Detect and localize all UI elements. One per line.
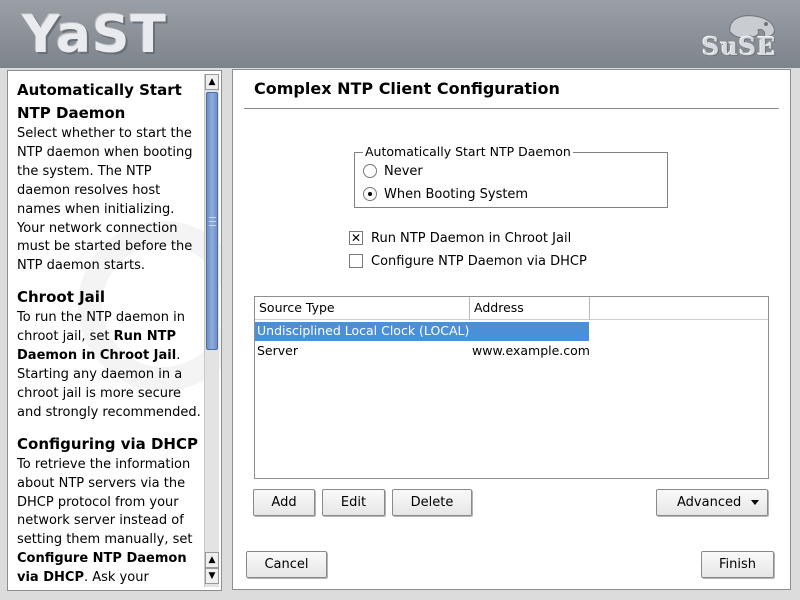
checkbox-dhcp-label: Configure NTP Daemon via DHCP — [371, 253, 587, 269]
help-panel: Automatically Start NTP Daemon Select wh… — [7, 70, 222, 591]
radio-never-label: Never — [384, 163, 423, 179]
help-text: Automatically Start NTP Daemon Select wh… — [17, 79, 201, 590]
scroll-down-arrow-icon[interactable]: ▼ — [205, 568, 219, 584]
radio-when-booting-label: When Booting System — [384, 186, 529, 202]
advanced-button-label: Advanced — [677, 495, 742, 510]
scroll-up-arrow-icon[interactable]: ▲ — [205, 74, 219, 90]
checkbox-chroot-jail-box[interactable]: ✕ — [349, 231, 363, 245]
autostart-group: Automatically Start NTP Daemon Never Whe… — [354, 145, 668, 208]
grip-icon — [209, 217, 216, 226]
column-header-address[interactable]: Address — [470, 297, 590, 320]
chevron-down-icon — [751, 500, 759, 505]
dialog-title: Complex NTP Client Configuration — [254, 79, 560, 98]
checkbox-dhcp-box[interactable] — [349, 254, 363, 268]
help-heading-autostart: Automatically Start NTP Daemon — [17, 81, 182, 122]
scroll-up-arrow-icon-bottom[interactable]: ▲ — [205, 552, 219, 568]
help-heading-chroot: Chroot Jail — [17, 288, 106, 307]
cell-address: www.example.com — [472, 343, 590, 358]
radio-never[interactable]: Never — [363, 162, 423, 180]
cell-source-type: Undisciplined Local Clock (LOCAL) — [257, 323, 470, 338]
advanced-menu-button[interactable]: Advanced — [656, 489, 768, 516]
radio-never-indicator[interactable] — [363, 164, 377, 178]
help-paragraph-chroot: To run the NTP daemon in chroot jail, se… — [17, 309, 201, 422]
title-divider — [244, 108, 779, 109]
help-paragraph-autostart: Select whether to start the NTP daemon w… — [17, 126, 193, 274]
cell-source-type: Server — [257, 343, 298, 358]
table-header: Source Type Address — [255, 297, 768, 320]
add-button[interactable]: Add — [253, 489, 315, 516]
autostart-group-legend: Automatically Start NTP Daemon — [363, 144, 573, 159]
delete-button[interactable]: Delete — [392, 489, 472, 516]
table-row[interactable]: Undisciplined Local Clock (LOCAL) — [255, 322, 589, 341]
help-heading-dhcp: Configuring via DHCP — [17, 434, 198, 453]
cancel-button[interactable]: Cancel — [246, 551, 327, 578]
help-scrollbar[interactable]: ▲ ▲ ▼ — [204, 74, 219, 587]
help-dhcp-text-1: To retrieve the information about NTP se… — [17, 456, 193, 548]
radio-when-booting[interactable]: When Booting System — [363, 185, 528, 203]
checkbox-chroot-jail[interactable]: ✕ Run NTP Daemon in Chroot Jail — [349, 229, 571, 247]
yast-logo: YaST — [22, 5, 167, 65]
suse-logo-text: SuSE — [702, 32, 777, 61]
ntp-source-table[interactable]: Source Type Address Undisciplined Local … — [254, 296, 769, 479]
checkbox-dhcp[interactable]: Configure NTP Daemon via DHCP — [349, 252, 587, 270]
banner: YaST SuSE — [0, 0, 800, 68]
radio-when-booting-indicator[interactable] — [363, 187, 377, 201]
help-paragraph-dhcp: To retrieve the information about NTP se… — [17, 456, 201, 590]
finish-button[interactable]: Finish — [701, 551, 774, 578]
checkbox-chroot-jail-label: Run NTP Daemon in Chroot Jail — [371, 230, 572, 246]
scrollbar-thumb[interactable] — [206, 92, 218, 350]
column-header-source-type[interactable]: Source Type — [255, 297, 470, 320]
edit-button[interactable]: Edit — [322, 489, 385, 516]
dialog-panel: Complex NTP Client Configuration Automat… — [232, 69, 791, 590]
table-row[interactable]: Server www.example.com — [255, 342, 768, 361]
